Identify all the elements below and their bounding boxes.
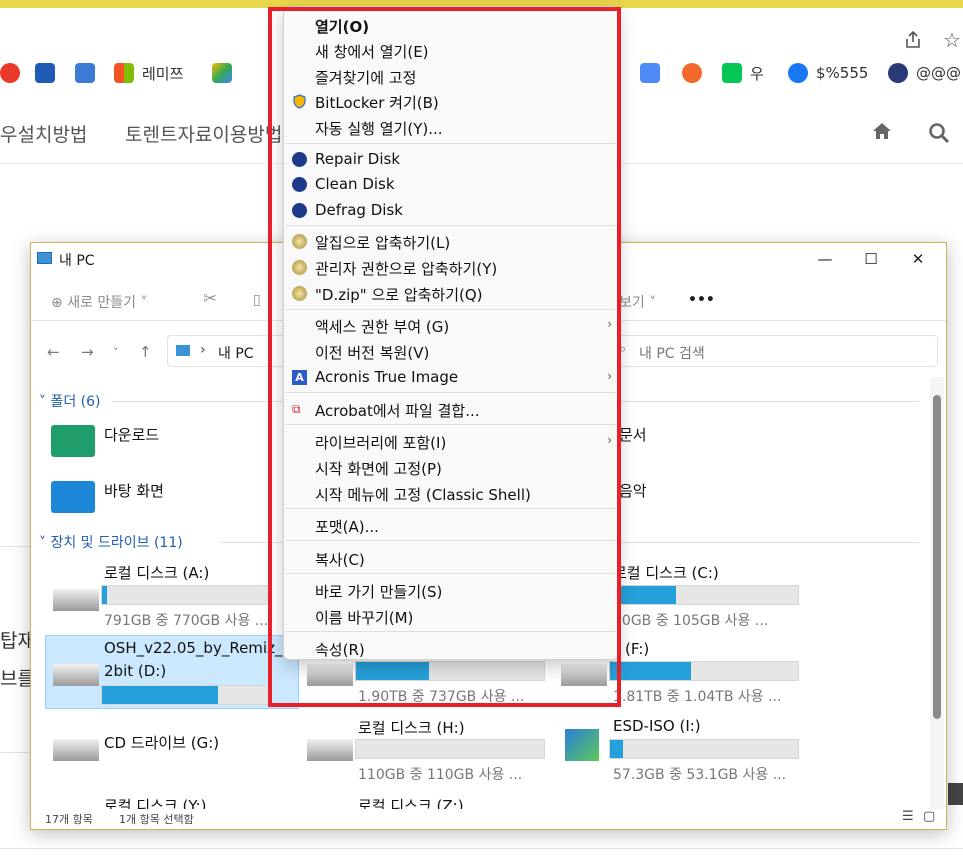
drive-c-info: 60GB 중 105GB 사용 ...: [613, 613, 769, 629]
drive-a-info: 791GB 중 770GB 사용 ...: [104, 613, 269, 629]
view-button[interactable]: 보기 ˅: [619, 292, 656, 312]
minimize-button[interactable]: —: [802, 247, 848, 271]
drive-h-name[interactable]: 로컬 디스크 (H:): [358, 717, 465, 738]
address-text: 내 PC: [218, 346, 254, 362]
bookmark-drive[interactable]: [212, 62, 240, 84]
drive-a-name[interactable]: 로컬 디스크 (A:): [104, 562, 209, 583]
bookmark-label: @@@: [916, 64, 961, 82]
up-arrow-icon[interactable]: ↑: [139, 343, 152, 361]
drive-c-name[interactable]: 로컬 디스크 (C:): [613, 562, 719, 583]
bookmark-line[interactable]: 우: [722, 62, 764, 84]
more-options-icon[interactable]: •••: [688, 292, 715, 308]
drive-h-usage-bar: [355, 739, 545, 759]
view-label: 보기: [619, 295, 645, 311]
recent-chevron-icon[interactable]: ˅: [113, 346, 119, 359]
google-drive-icon: [212, 63, 232, 83]
hard-drive-icon: [53, 664, 99, 686]
bookmark-label: 우: [750, 64, 764, 83]
drive-f-usage-bar: [609, 661, 799, 681]
drive-d-name[interactable]: OSH_v22.05_by_Remiz_3: [104, 639, 292, 657]
site-menu-torrent[interactable]: 토렌트자료이용방법: [125, 120, 282, 147]
usage-fill: [610, 662, 691, 680]
details-view-icon[interactable]: ☰: [902, 809, 914, 824]
esd-iso-icon: [565, 729, 599, 761]
bookmark-facebook[interactable]: $%555: [788, 62, 868, 84]
cut-icon[interactable]: ✂: [203, 289, 217, 309]
drive-d-usage-bar: [101, 685, 271, 705]
bookmark-ibk[interactable]: [35, 62, 63, 84]
forward-arrow-icon[interactable]: →: [81, 343, 94, 361]
bookmark-star-icon[interactable]: ☆: [943, 28, 961, 52]
folders-header-label: 폴더 (6): [50, 394, 101, 410]
drive-i-name[interactable]: ESD-ISO (I:): [613, 717, 701, 735]
background-scroll-btn: [948, 783, 963, 805]
new-label: 새로 만들기: [67, 295, 137, 311]
maximize-button[interactable]: ☐: [848, 247, 894, 271]
drives-header-label: 장치 및 드라이브 (11): [50, 535, 183, 551]
drive-a-usage-bar: [101, 585, 269, 605]
hard-drive-icon: [53, 589, 99, 611]
downloads-folder-icon: [51, 425, 95, 457]
drive-f-name[interactable]: (F:): [625, 640, 649, 658]
search-box[interactable]: ⌕ 내 PC 검색: [608, 335, 938, 367]
cd-drive-icon: [53, 739, 99, 761]
vertical-scrollbar[interactable]: [930, 377, 944, 817]
bookmark-b[interactable]: [682, 62, 710, 84]
window-title: 내 PC: [59, 253, 95, 269]
drive-c-usage-bar: [609, 585, 799, 605]
site-menu-install[interactable]: 우설치방법: [0, 120, 87, 147]
bookmark-label: 레미쯔: [142, 64, 184, 83]
drives-header[interactable]: ˅ 장치 및 드라이브 (11): [39, 532, 183, 552]
drive-f-info: 1.81TB 중 1.04TB 사용 ...: [613, 689, 782, 705]
close-button[interactable]: ✕: [895, 247, 941, 271]
drive-h-info: 110GB 중 110GB 사용 ...: [358, 767, 523, 783]
tiles-view-icon[interactable]: ▢: [923, 809, 935, 824]
plus-circle-icon: ⊕: [51, 295, 68, 311]
search-icon[interactable]: [928, 122, 950, 144]
folder-music[interactable]: 음악: [619, 480, 647, 501]
usage-fill: [610, 740, 624, 758]
folder-documents[interactable]: 문서: [619, 424, 647, 445]
drive-i-usage-bar: [609, 739, 799, 759]
pc-icon: [176, 345, 190, 356]
facebook-icon: [788, 63, 808, 83]
folder-desktop[interactable]: 바탕 화면: [104, 480, 164, 501]
drive-d-name-line2: 2bit (D:): [104, 662, 167, 680]
usage-fill: [102, 586, 107, 604]
search-placeholder: 내 PC 검색: [639, 346, 705, 362]
drive-g-name[interactable]: CD 드라이브 (G:): [104, 732, 219, 753]
windows-logo-icon: [114, 63, 134, 83]
folder-downloads[interactable]: 다운로드: [104, 424, 159, 445]
folders-header[interactable]: ˅ 폴더 (6): [39, 391, 101, 411]
hard-drive-icon: [307, 739, 353, 761]
status-selection: 1개 항목 선택함: [119, 813, 194, 826]
drive-i-info: 57.3GB 중 53.1GB 사용 ...: [613, 767, 787, 783]
scroll-thumb[interactable]: [933, 395, 941, 719]
bookmark-remizz[interactable]: 레미쯔: [114, 62, 183, 84]
share-icon[interactable]: [903, 30, 923, 50]
back-arrow-icon[interactable]: ←: [47, 343, 60, 361]
status-item-count: 17개 항목: [45, 813, 93, 826]
bookmark-translate[interactable]: [640, 62, 668, 84]
desktop-folder-icon: [51, 481, 95, 513]
usage-fill: [102, 686, 218, 704]
pc-icon: [37, 252, 52, 264]
new-button[interactable]: ⊕ 새로 만들기 ˅: [51, 292, 148, 312]
breadcrumb-chevron-icon: ›: [200, 342, 206, 358]
copy-icon[interactable]: ▯: [253, 292, 261, 308]
bookmark-at[interactable]: @@@: [888, 62, 961, 84]
status-bar: 17개 항목 1개 항목 선택함 ☰ ▢: [31, 809, 946, 829]
bookmark-nh[interactable]: [75, 62, 103, 84]
home-icon[interactable]: [872, 122, 892, 140]
highlight-annotation: [268, 7, 621, 707]
bookmark-label: $%555: [816, 64, 869, 82]
bookmark-red[interactable]: [0, 62, 28, 84]
